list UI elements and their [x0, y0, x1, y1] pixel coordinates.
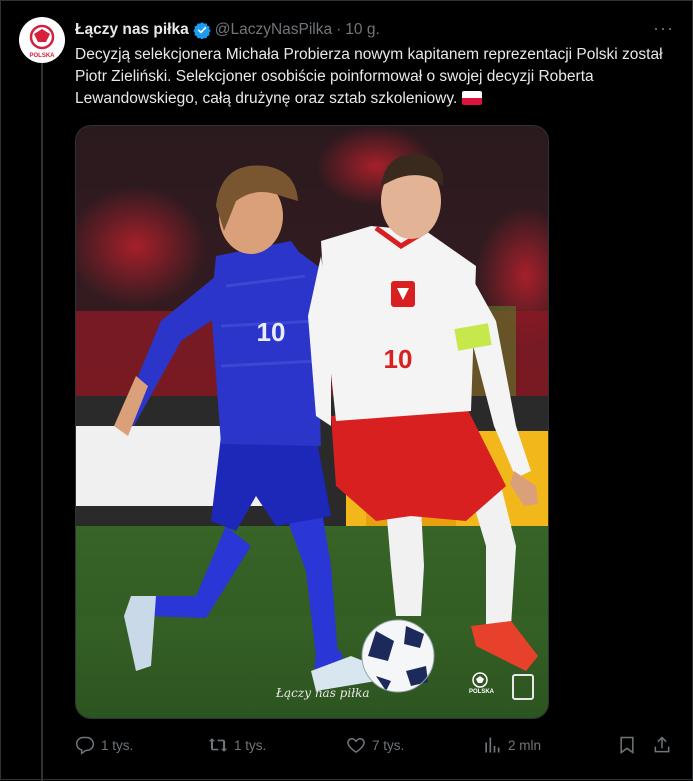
tweet-body: Decyzją selekcjonera Michała Probierza n… — [75, 46, 663, 107]
photo-logo-label: POLSKA — [469, 689, 495, 695]
photo-save-icon — [512, 674, 534, 700]
views-chart-icon — [485, 737, 500, 753]
verified-badge-icon — [193, 21, 211, 39]
like-button[interactable]: 7 tys. — [346, 735, 404, 755]
more-options-icon[interactable]: ··· — [653, 19, 674, 37]
timestamp[interactable]: 10 g. — [345, 21, 379, 39]
pzpn-logo-icon: POLSKA — [29, 24, 55, 59]
tweet-photo[interactable]: 10 10 Łączy nas piłka POLSKA — [75, 125, 549, 719]
bookmark-icon — [620, 736, 634, 754]
reply-count: 1 tys. — [101, 737, 134, 753]
reply-icon — [75, 736, 95, 755]
player-left-number: 10 — [257, 317, 286, 347]
retweet-button[interactable]: 1 tys. — [208, 735, 266, 755]
poland-flag-icon — [462, 90, 483, 105]
tweet-actions: 1 tys. 1 tys. 7 tys. 2 mln — [75, 733, 675, 757]
bookmark-button[interactable] — [617, 735, 637, 755]
views-count: 2 mln — [508, 737, 542, 753]
views-button[interactable]: 2 mln — [482, 735, 541, 755]
football-ball — [361, 619, 435, 693]
photo-watermark: Łączy nas piłka — [276, 686, 370, 700]
tweet-text: Decyzją selekcjonera Michała Probierza n… — [75, 44, 675, 110]
tweet-card: POLSKA Łączy nas piłka @LaczyNasPilka · … — [0, 0, 693, 781]
author-name[interactable]: Łączy nas piłka — [75, 21, 189, 39]
heart-icon — [347, 737, 365, 753]
photo-logo-icon: POLSKA — [469, 671, 495, 695]
tweet-header: Łączy nas piłka @LaczyNasPilka · 10 g. ·… — [75, 19, 674, 41]
separator-dot: · — [336, 21, 342, 38]
share-icon — [654, 736, 670, 753]
like-count: 7 tys. — [372, 737, 405, 753]
avatar-label: POLSKA — [29, 53, 55, 59]
retweet-icon — [208, 738, 228, 752]
avatar[interactable]: POLSKA — [19, 17, 65, 63]
author-handle[interactable]: @LaczyNasPilka — [215, 21, 332, 39]
retweet-count: 1 tys. — [234, 737, 267, 753]
football-photo: 10 10 — [76, 126, 548, 718]
thread-line — [41, 63, 43, 781]
share-button[interactable] — [652, 735, 672, 755]
player-right-number: 10 — [384, 344, 413, 374]
reply-button[interactable]: 1 tys. — [75, 735, 133, 755]
